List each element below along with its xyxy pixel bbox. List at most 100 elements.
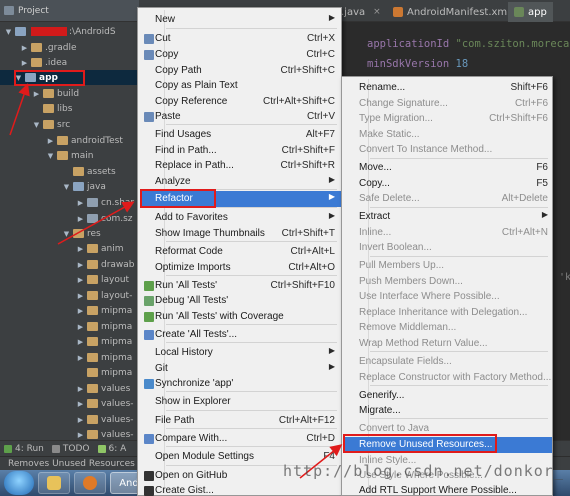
tree-row[interactable]: ▶ values [0,381,139,396]
tree-row[interactable]: ▶ com.sz [0,211,139,226]
collapse-arrow-icon[interactable]: ▶ [76,323,85,331]
menu-item[interactable]: Push Members Down... [344,274,552,290]
collapse-arrow-icon[interactable]: ▶ [76,338,85,346]
tree-row[interactable]: ▶ anim [0,241,139,256]
tree-row[interactable]: ▶ .idea [0,55,139,70]
menu-item[interactable]: Copy as Plain Text [140,78,341,94]
menu-item[interactable]: Copy Reference Ctrl+Alt+Shift+C [140,94,341,110]
collapse-arrow-icon[interactable]: ▶ [32,90,41,98]
menu-item[interactable]: Pull Members Up... [344,258,552,274]
tree-row[interactable]: ▶ androidTest [0,133,139,148]
menu-item[interactable]: Optimize Imports Ctrl+Alt+O [140,260,341,276]
menu-item[interactable]: Move... F6 [344,160,552,176]
menu-item[interactable]: Copy Path Ctrl+Shift+C [140,63,341,79]
collapse-arrow-icon[interactable]: ▶ [76,292,85,300]
code-line-min-sdk[interactable]: minSdkVersion 18 [367,58,468,70]
collapse-arrow-icon[interactable]: ▶ [76,354,85,362]
collapse-arrow-icon[interactable]: ▶ [76,276,85,284]
editor-tab[interactable]: app [508,2,553,22]
menu-item[interactable]: Rename... Shift+F6 [344,80,552,96]
menu-item[interactable]: Show Image Thumbnails Ctrl+Shift+T [140,226,341,242]
tree-row[interactable]: ▼ java [0,179,139,194]
menu-item[interactable]: Replace Constructor with Factory Method.… [344,370,552,386]
menu-item[interactable]: Convert To Instance Method... [344,142,552,158]
menu-item[interactable]: Reformat Code Ctrl+Alt+L [140,244,341,260]
menu-item[interactable]: File Path Ctrl+Alt+F12 [140,413,341,429]
tree-row[interactable]: ▶ mipma [0,303,139,318]
tree-row[interactable]: libs [0,101,139,116]
menu-item[interactable]: Git ▶ [140,361,341,377]
menu-item[interactable]: Convert to Java [344,421,552,437]
tool-window-button[interactable]: 6: A [97,444,126,454]
menu-item[interactable]: Generify... [344,388,552,404]
menu-item[interactable]: Copy... F5 [344,176,552,192]
menu-item[interactable]: Remove Middleman... [344,320,552,336]
menu-item[interactable]: Migrate... [344,403,552,419]
menu-item[interactable]: Replace Inheritance with Delegation... [344,305,552,321]
tool-window-button[interactable]: 4: Run [4,444,44,454]
tree-row[interactable]: ▶ layout- [0,288,139,303]
menu-item[interactable]: Inline... Ctrl+Alt+N [344,225,552,241]
menu-item[interactable]: Use Interface Where Possible... [344,289,552,305]
menu-item[interactable]: Replace in Path... Ctrl+Shift+R [140,158,341,174]
menu-item[interactable]: Wrap Method Return Value... [344,336,552,352]
collapse-arrow-icon[interactable]: ▶ [76,385,85,393]
tree-row[interactable]: ▶ cn.shar [0,195,139,210]
menu-item[interactable]: Refactor ▶ [140,191,341,207]
menu-item[interactable]: Remove Unused Resources... [344,437,552,453]
tree-row[interactable]: mipma [0,365,139,380]
collapse-arrow-icon[interactable]: ▶ [76,307,85,315]
collapse-arrow-icon[interactable]: ▶ [76,416,85,424]
collapse-arrow-icon[interactable]: ▶ [76,199,85,207]
close-tab-icon[interactable]: × [373,7,381,17]
menu-item[interactable]: Create 'All Tests'... [140,327,341,343]
menu-item[interactable]: Copy Ctrl+C [140,47,341,63]
tree-row[interactable]: ▶ layout [0,272,139,287]
menu-item[interactable]: Invert Boolean... [344,240,552,256]
tree-row[interactable]: ▼ main [0,148,139,163]
menu-item[interactable]: Run 'All Tests' with Coverage [140,309,341,325]
menu-item[interactable]: Type Migration... Ctrl+Shift+F6 [344,111,552,127]
tree-row[interactable]: ▶ mipma [0,350,139,365]
menu-item[interactable]: Show in Explorer [140,394,341,410]
tree-row[interactable]: ▶ drawab [0,257,139,272]
expand-arrow-icon[interactable]: ▼ [4,28,13,36]
tree-row[interactable]: ▼ res [0,226,139,241]
tree-row[interactable]: ▶ .gradle [0,40,139,55]
collapse-arrow-icon[interactable]: ▶ [20,59,29,67]
collapse-arrow-icon[interactable]: ▶ [76,400,85,408]
taskbar-app-firefox[interactable] [74,472,106,494]
menu-item[interactable]: Compare With... Ctrl+D [140,431,341,447]
menu-item[interactable]: Analyze ▶ [140,174,341,190]
collapse-arrow-icon[interactable]: ▶ [20,44,29,52]
expand-arrow-icon[interactable]: ▼ [46,152,55,160]
collapse-arrow-icon[interactable]: ▶ [76,431,85,439]
tree-row[interactable]: ▼ src [0,117,139,132]
menu-item[interactable]: Make Static... [344,127,552,143]
code-line-application-id[interactable]: applicationId "com.sziton.morecard [367,38,570,50]
menu-item[interactable]: Create Gist... [140,483,341,496]
tree-row[interactable]: ▶ values- [0,396,139,411]
collapse-arrow-icon[interactable]: ▶ [76,245,85,253]
menu-item[interactable]: Encapsulate Fields... [344,354,552,370]
taskbar-app-explorer[interactable] [38,472,70,494]
menu-item[interactable]: Add RTL Support Where Possible... [344,483,552,496]
tree-row[interactable]: ▶ build [0,86,139,101]
tool-window-button[interactable]: TODO [51,444,90,454]
menu-item[interactable]: Find Usages Alt+F7 [140,127,341,143]
menu-item[interactable]: Synchronize 'app' [140,376,341,392]
collapse-arrow-icon[interactable]: ▶ [46,137,55,145]
menu-item[interactable]: Change Signature... Ctrl+F6 [344,96,552,112]
editor-tab[interactable]: .java × [335,2,387,22]
tree-row[interactable]: ▼:\AndroidS [0,24,139,39]
menu-item[interactable]: Debug 'All Tests' [140,293,341,309]
collapse-arrow-icon[interactable]: ▶ [76,215,85,223]
menu-item[interactable]: Run 'All Tests' Ctrl+Shift+F10 [140,278,341,294]
menu-item[interactable]: Add to Favorites ▶ [140,210,341,226]
collapse-arrow-icon[interactable]: ▶ [76,261,85,269]
start-button[interactable] [4,471,34,495]
menu-item[interactable]: Cut Ctrl+X [140,31,341,47]
tree-row[interactable]: assets [0,164,139,179]
menu-item[interactable]: Find in Path... Ctrl+Shift+F [140,143,341,159]
project-panel-header[interactable]: Project [0,0,139,22]
